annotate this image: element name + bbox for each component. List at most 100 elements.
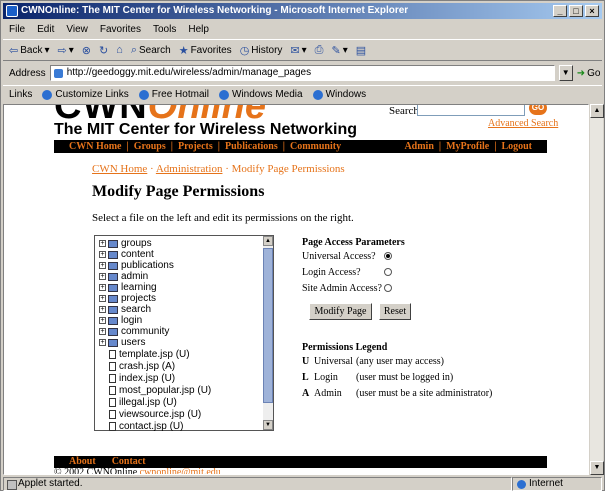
link-hotmail[interactable]: Free Hotmail (138, 89, 209, 100)
links-bar: Links Customize Links Free Hotmail Windo… (3, 85, 602, 103)
go-button[interactable]: ➜ Go (577, 68, 601, 79)
title-bar: CWNOnline: The MIT Center for Wireless N… (3, 3, 602, 19)
universal-label: Universal Access? (302, 251, 376, 262)
favorites-button[interactable]: ★ Favorites (179, 44, 232, 57)
back-button[interactable]: ⇦ Back ▾ (9, 44, 49, 57)
stop-button[interactable]: ⊗ (82, 44, 91, 57)
nav-logout[interactable]: Logout (501, 141, 532, 152)
page-scroll-up-icon[interactable]: ▲ (590, 104, 604, 118)
scroll-thumb[interactable] (263, 248, 273, 403)
expand-icon[interactable]: + (99, 240, 106, 247)
legend-row: L Login (user must be logged in) (302, 372, 454, 383)
mail-button[interactable]: ✉ ▾ (290, 44, 306, 57)
folder-item[interactable]: + content (99, 249, 154, 260)
folder-item[interactable]: + publications (99, 260, 174, 271)
menu-file[interactable]: File (9, 24, 25, 35)
nav-cwn-home[interactable]: CWN Home (69, 141, 122, 152)
maximize-button[interactable]: □ (569, 5, 583, 17)
breadcrumb-current: Modify Page Permissions (231, 163, 345, 175)
folder-item[interactable]: + learning (99, 282, 157, 293)
universal-radio[interactable] (384, 252, 392, 260)
file-item[interactable]: most_popular.jsp (U) (99, 385, 211, 396)
search-input[interactable] (417, 105, 525, 116)
menu-tools[interactable]: Tools (153, 24, 176, 35)
nav-publications[interactable]: Publications (225, 141, 278, 152)
page-scrollbar[interactable]: ▲ ▼ (589, 104, 604, 475)
file-item[interactable]: contact.jsp (U) (99, 421, 183, 432)
edit-button[interactable]: ✎ ▾ (331, 44, 347, 57)
expand-icon[interactable]: + (99, 251, 106, 258)
file-tree-scrollbar[interactable]: ▲ ▼ (263, 236, 273, 430)
folder-icon (108, 327, 118, 336)
nav-myprofile[interactable]: MyProfile (446, 141, 489, 152)
menu-edit[interactable]: Edit (37, 24, 54, 35)
folder-icon (108, 272, 118, 281)
expand-icon[interactable]: + (99, 295, 106, 302)
page-title: Modify Page Permissions (92, 183, 265, 200)
breadcrumb-admin[interactable]: Administration (156, 163, 223, 175)
expand-icon[interactable]: + (99, 339, 106, 346)
link-windows-media[interactable]: Windows Media (218, 89, 303, 100)
ie-link-icon (138, 89, 149, 100)
search-button[interactable]: ⌕ Search (131, 44, 171, 57)
minimize-button[interactable]: _ (553, 5, 567, 17)
folder-item[interactable]: + login (99, 315, 142, 326)
refresh-button[interactable]: ↻ (99, 44, 108, 57)
ie-link-icon (312, 89, 323, 100)
folder-item[interactable]: + community (99, 326, 169, 337)
login-radio[interactable] (384, 268, 392, 276)
file-item[interactable]: crash.jsp (A) (99, 361, 175, 372)
home-button[interactable]: ⌂ (116, 44, 123, 56)
discuss-icon: ▤ (355, 44, 367, 57)
menu-help[interactable]: Help (188, 24, 209, 35)
file-tree: + groups + content + publications + admin + l… (94, 235, 274, 432)
menu-view[interactable]: View (66, 24, 88, 35)
page-scroll-down-icon[interactable]: ▼ (590, 461, 604, 475)
link-windows[interactable]: Windows (312, 89, 366, 100)
link-customize[interactable]: Customize Links (42, 89, 129, 100)
folder-icon (108, 316, 118, 325)
expand-icon[interactable]: + (99, 306, 106, 313)
nav-groups[interactable]: Groups (134, 141, 166, 152)
menu-favorites[interactable]: Favorites (100, 24, 141, 35)
menu-bar: File Edit View Favorites Tools Help (3, 20, 602, 38)
search-go-button[interactable]: GO (529, 105, 547, 115)
reset-button[interactable]: Reset (379, 303, 411, 320)
expand-icon[interactable]: + (99, 273, 106, 280)
go-arrow-icon: ➜ (576, 67, 586, 79)
nav-admin[interactable]: Admin (404, 141, 433, 152)
nav-projects[interactable]: Projects (178, 141, 213, 152)
advanced-search-link[interactable]: Advanced Search (488, 118, 558, 129)
modify-page-button[interactable]: Modify Page (309, 303, 372, 320)
file-item[interactable]: template.jsp (U) (99, 349, 190, 360)
siteadmin-radio[interactable] (384, 284, 392, 292)
expand-icon[interactable]: + (99, 262, 106, 269)
footer-about[interactable]: About (69, 456, 96, 467)
scroll-down-icon[interactable]: ▼ (263, 420, 273, 430)
address-input[interactable]: http://geedoggy.mit.edu/wireless/admin/m… (49, 65, 555, 81)
nav-community[interactable]: Community (290, 141, 341, 152)
history-button[interactable]: ◷ History (240, 44, 283, 57)
scroll-up-icon[interactable]: ▲ (263, 236, 273, 246)
close-button[interactable]: × (585, 5, 599, 17)
file-item[interactable]: illegal.jsp (U) (99, 397, 177, 408)
folder-item[interactable]: + projects (99, 293, 156, 304)
forward-button[interactable]: ⇨ ▾ (57, 44, 73, 57)
folder-item[interactable]: + search (99, 304, 151, 315)
folder-item[interactable]: + admin (99, 271, 148, 282)
expand-icon[interactable]: + (99, 328, 106, 335)
expand-icon[interactable]: + (99, 317, 106, 324)
file-item[interactable]: viewsource.jsp (U) (99, 409, 201, 420)
back-arrow-icon: ⇦ (9, 44, 19, 57)
discuss-button[interactable]: ▤ (356, 44, 366, 57)
folder-item[interactable]: + users (99, 337, 145, 348)
file-item[interactable]: index.jsp (U) (99, 373, 175, 384)
breadcrumb-home[interactable]: CWN Home (92, 163, 147, 175)
footer-contact[interactable]: Contact (112, 456, 146, 467)
expand-icon[interactable]: + (99, 284, 106, 291)
copyright: © 2002 CWNOnline cwnonline@mit.edu (54, 467, 221, 474)
folder-item[interactable]: + groups (99, 238, 152, 249)
footer-email-link[interactable]: cwnonline@mit.edu (140, 467, 221, 474)
print-button[interactable]: ⎙ (315, 44, 324, 57)
address-dropdown[interactable]: ▼ (558, 65, 573, 81)
